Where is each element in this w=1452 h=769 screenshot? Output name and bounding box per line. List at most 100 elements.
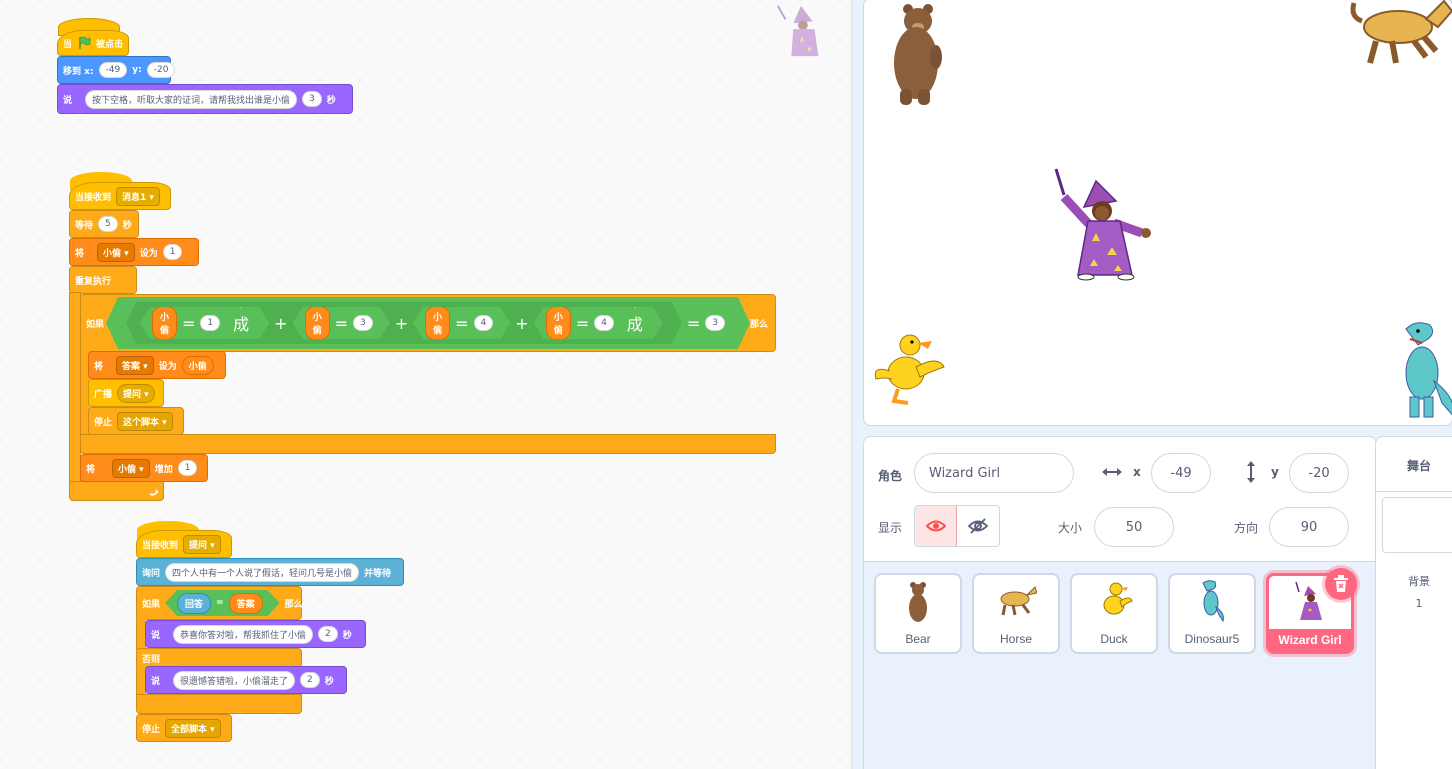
say1-text-input[interactable]: 恭喜你答对啦，帮我抓住了小偷	[173, 624, 314, 644]
direction-label: 方向	[1234, 521, 1259, 535]
say-for-secs-block[interactable]: 说 按下空格，听取大家的证词，请帮我找出谁是小偷 3 秒	[57, 84, 353, 114]
stage-selector-panel[interactable]: 舞台 背景 1	[1375, 436, 1452, 769]
cond-2-var[interactable]: 小偷	[305, 306, 330, 340]
change-value-input[interactable]: 1	[177, 460, 198, 476]
set-var-block[interactable]: 将 小偷 ▾ 设为 1	[69, 238, 199, 266]
broadcast-dropdown[interactable]: 提问 ▾	[117, 383, 155, 403]
cond-3[interactable]: 小偷 = 4	[413, 307, 510, 339]
when-receive-block[interactable]: 当接收到 消息1 ▾	[69, 182, 171, 210]
when-label: 当	[63, 39, 73, 50]
plus-3: +	[515, 313, 529, 333]
stop-all-block[interactable]: 停止 全部脚本 ▾	[136, 714, 232, 742]
ask-wait-label: 并等待	[364, 568, 392, 579]
delete-sprite-button[interactable]	[1325, 568, 1357, 600]
change-var-dropdown[interactable]: 小偷 ▾	[112, 458, 150, 478]
stop-all-dropdown[interactable]: 全部脚本 ▾	[165, 718, 221, 738]
say-correct-block[interactable]: 说 恭喜你答对啦，帮我抓住了小偷 2 秒	[145, 620, 366, 648]
sprite-info: 角色 Wizard Girl x -49 y -20 显示 大小 50 方向 9…	[864, 437, 1376, 562]
when-flag-clicked-block[interactable]: 当 被点击	[57, 30, 129, 56]
size-input[interactable]: 50	[1094, 507, 1174, 547]
sprite-tile-bear[interactable]: Bear	[874, 573, 962, 654]
goto-y-input[interactable]: -20	[146, 62, 176, 78]
broadcast-block[interactable]: 广播 提问 ▾	[88, 379, 164, 407]
cond-1-var[interactable]: 小偷	[152, 306, 177, 340]
cond-3-value[interactable]: 4	[474, 315, 494, 331]
direction-input[interactable]: 90	[1269, 507, 1349, 547]
cond-2[interactable]: 小偷 = 3	[293, 307, 390, 339]
set-var-dropdown[interactable]: 小偷 ▾	[97, 242, 135, 262]
cond-1-value[interactable]: 1	[200, 315, 220, 331]
show-button[interactable]	[915, 506, 958, 546]
cond-3-var[interactable]: 小偷	[425, 306, 450, 340]
sprite-tile-name: Wizard Girl	[1269, 629, 1351, 651]
when-receive-ask-block[interactable]: 当接收到 提问 ▾	[136, 530, 232, 558]
goto-x-input[interactable]: -49	[98, 62, 128, 78]
cond-4-eq: =	[575, 313, 590, 333]
stage-title-divider	[1376, 491, 1452, 492]
stop-option-dropdown[interactable]: 这个脚本 ▾	[117, 411, 173, 431]
cond-3-eq: =	[455, 313, 469, 333]
set2-value-reporter[interactable]: 小偷	[181, 355, 214, 375]
ask-label: 询问	[142, 568, 161, 579]
say-text-input[interactable]: 按下空格，听取大家的证词，请帮我找出谁是小偷	[85, 89, 298, 109]
cond-1[interactable]: 小偷 = 1 不成立	[140, 307, 269, 339]
say-secs-input[interactable]: 3	[302, 91, 322, 107]
change-var-block[interactable]: 将 小偷 ▾ 增加 1	[80, 454, 208, 482]
sprite-tile-duck[interactable]: Duck	[1070, 573, 1158, 654]
y-input[interactable]: -20	[1289, 453, 1349, 493]
set-value-input[interactable]: 1	[162, 244, 183, 260]
cond-4[interactable]: 小偷 = 4 不成立	[534, 307, 663, 339]
cond-4-var[interactable]: 小偷	[546, 306, 571, 340]
set-answer-block[interactable]: 将 答案 ▾ 设为 小偷	[88, 351, 226, 379]
cond-2-value[interactable]: 3	[353, 315, 373, 331]
broadcast-label: 广播	[94, 389, 113, 400]
forever-block[interactable]: 重复执行	[69, 266, 137, 294]
message-dropdown[interactable]: 消息1 ▾	[116, 186, 160, 206]
say-wrong-block[interactable]: 说 很遗憾答错啦，小偷溜走了 2 秒	[145, 666, 347, 694]
code-area[interactable]: 当 被点击 移到 x: -49 y: -20 说 按下空格，听取大家的证词，请帮…	[0, 0, 851, 769]
change-var-value: 小偷	[118, 464, 137, 475]
goto-xy-block[interactable]: 移到 x: -49 y: -20	[57, 56, 176, 84]
sprite-tile-wizard-girl[interactable]: Wizard Girl	[1266, 568, 1357, 654]
cond-4-value[interactable]: 4	[594, 315, 614, 331]
x-input[interactable]: -49	[1151, 453, 1211, 493]
say2-secs-input[interactable]: 2	[300, 672, 320, 688]
ask-text-input[interactable]: 四个人中有一个人说了假话，轻问几号是小偷	[165, 562, 360, 582]
wait-block[interactable]: 等待 5 秒	[69, 210, 139, 238]
answer-reporter[interactable]: 回答	[177, 593, 211, 614]
ask-message-dropdown[interactable]: 提问 ▾	[183, 534, 221, 554]
bear-sprite[interactable]	[886, 1, 946, 109]
when-receive-label: 当接收到	[75, 192, 112, 203]
answer-equals-operator[interactable]: 回答 = 答案	[165, 590, 280, 616]
sum-equals-operator[interactable]: 小偷 = 1 不成立 + 小偷 = 3 + 小偷 = 4 + 小偷 = 4 不成…	[106, 297, 750, 349]
hide-button[interactable]	[957, 506, 999, 546]
duck-sprite[interactable]	[868, 331, 948, 411]
sum-operator[interactable]: 小偷 = 1 不成立 + 小偷 = 3 + 小偷 = 4 + 小偷 = 4 不成…	[126, 302, 682, 344]
sprite-tile-horse[interactable]: Horse	[972, 573, 1060, 654]
plus-2: +	[394, 313, 409, 333]
when-receive-ask-label: 当接收到	[142, 540, 179, 551]
stage-canvas[interactable]	[863, 0, 1452, 426]
size-label: 大小	[1058, 521, 1083, 535]
sprite-tile-dinosaur5[interactable]: Dinosaur5	[1168, 573, 1256, 654]
sprite-panel: 角色 Wizard Girl x -49 y -20 显示 大小 50 方向 9…	[863, 436, 1377, 769]
say2-text-input[interactable]: 很遗憾答错啦，小偷溜走了	[173, 670, 296, 690]
if-else-block[interactable]: 如果 回答 = 答案 那么	[136, 586, 303, 620]
set2-var-dropdown[interactable]: 答案 ▾	[116, 355, 154, 375]
wait-input[interactable]: 5	[98, 216, 118, 232]
backdrop-thumbnail[interactable]	[1382, 497, 1452, 553]
sprite-tile-name: Dinosaur5	[1184, 632, 1240, 646]
wizard-girl-sprite[interactable]	[1050, 167, 1156, 285]
stop-all-value: 全部脚本	[171, 724, 208, 735]
say1-secs-input[interactable]: 2	[318, 626, 338, 642]
stop-this-script-block[interactable]: 停止 这个脚本 ▾	[88, 407, 184, 435]
change-by-label: 增加	[154, 464, 173, 475]
answer-var-reporter[interactable]: 答案	[229, 593, 263, 614]
sum-value-input[interactable]: 3	[705, 315, 725, 331]
sprite-name-input[interactable]: Wizard Girl	[914, 453, 1074, 493]
horse-sprite[interactable]	[1348, 0, 1452, 69]
ask-and-wait-block[interactable]: 询问 四个人中有一个人说了假话，轻问几号是小偷 并等待	[136, 558, 404, 586]
stop-all-label: 停止	[142, 724, 161, 735]
dinosaur-sprite[interactable]	[1396, 319, 1452, 423]
loop-arrow-icon	[149, 489, 159, 496]
